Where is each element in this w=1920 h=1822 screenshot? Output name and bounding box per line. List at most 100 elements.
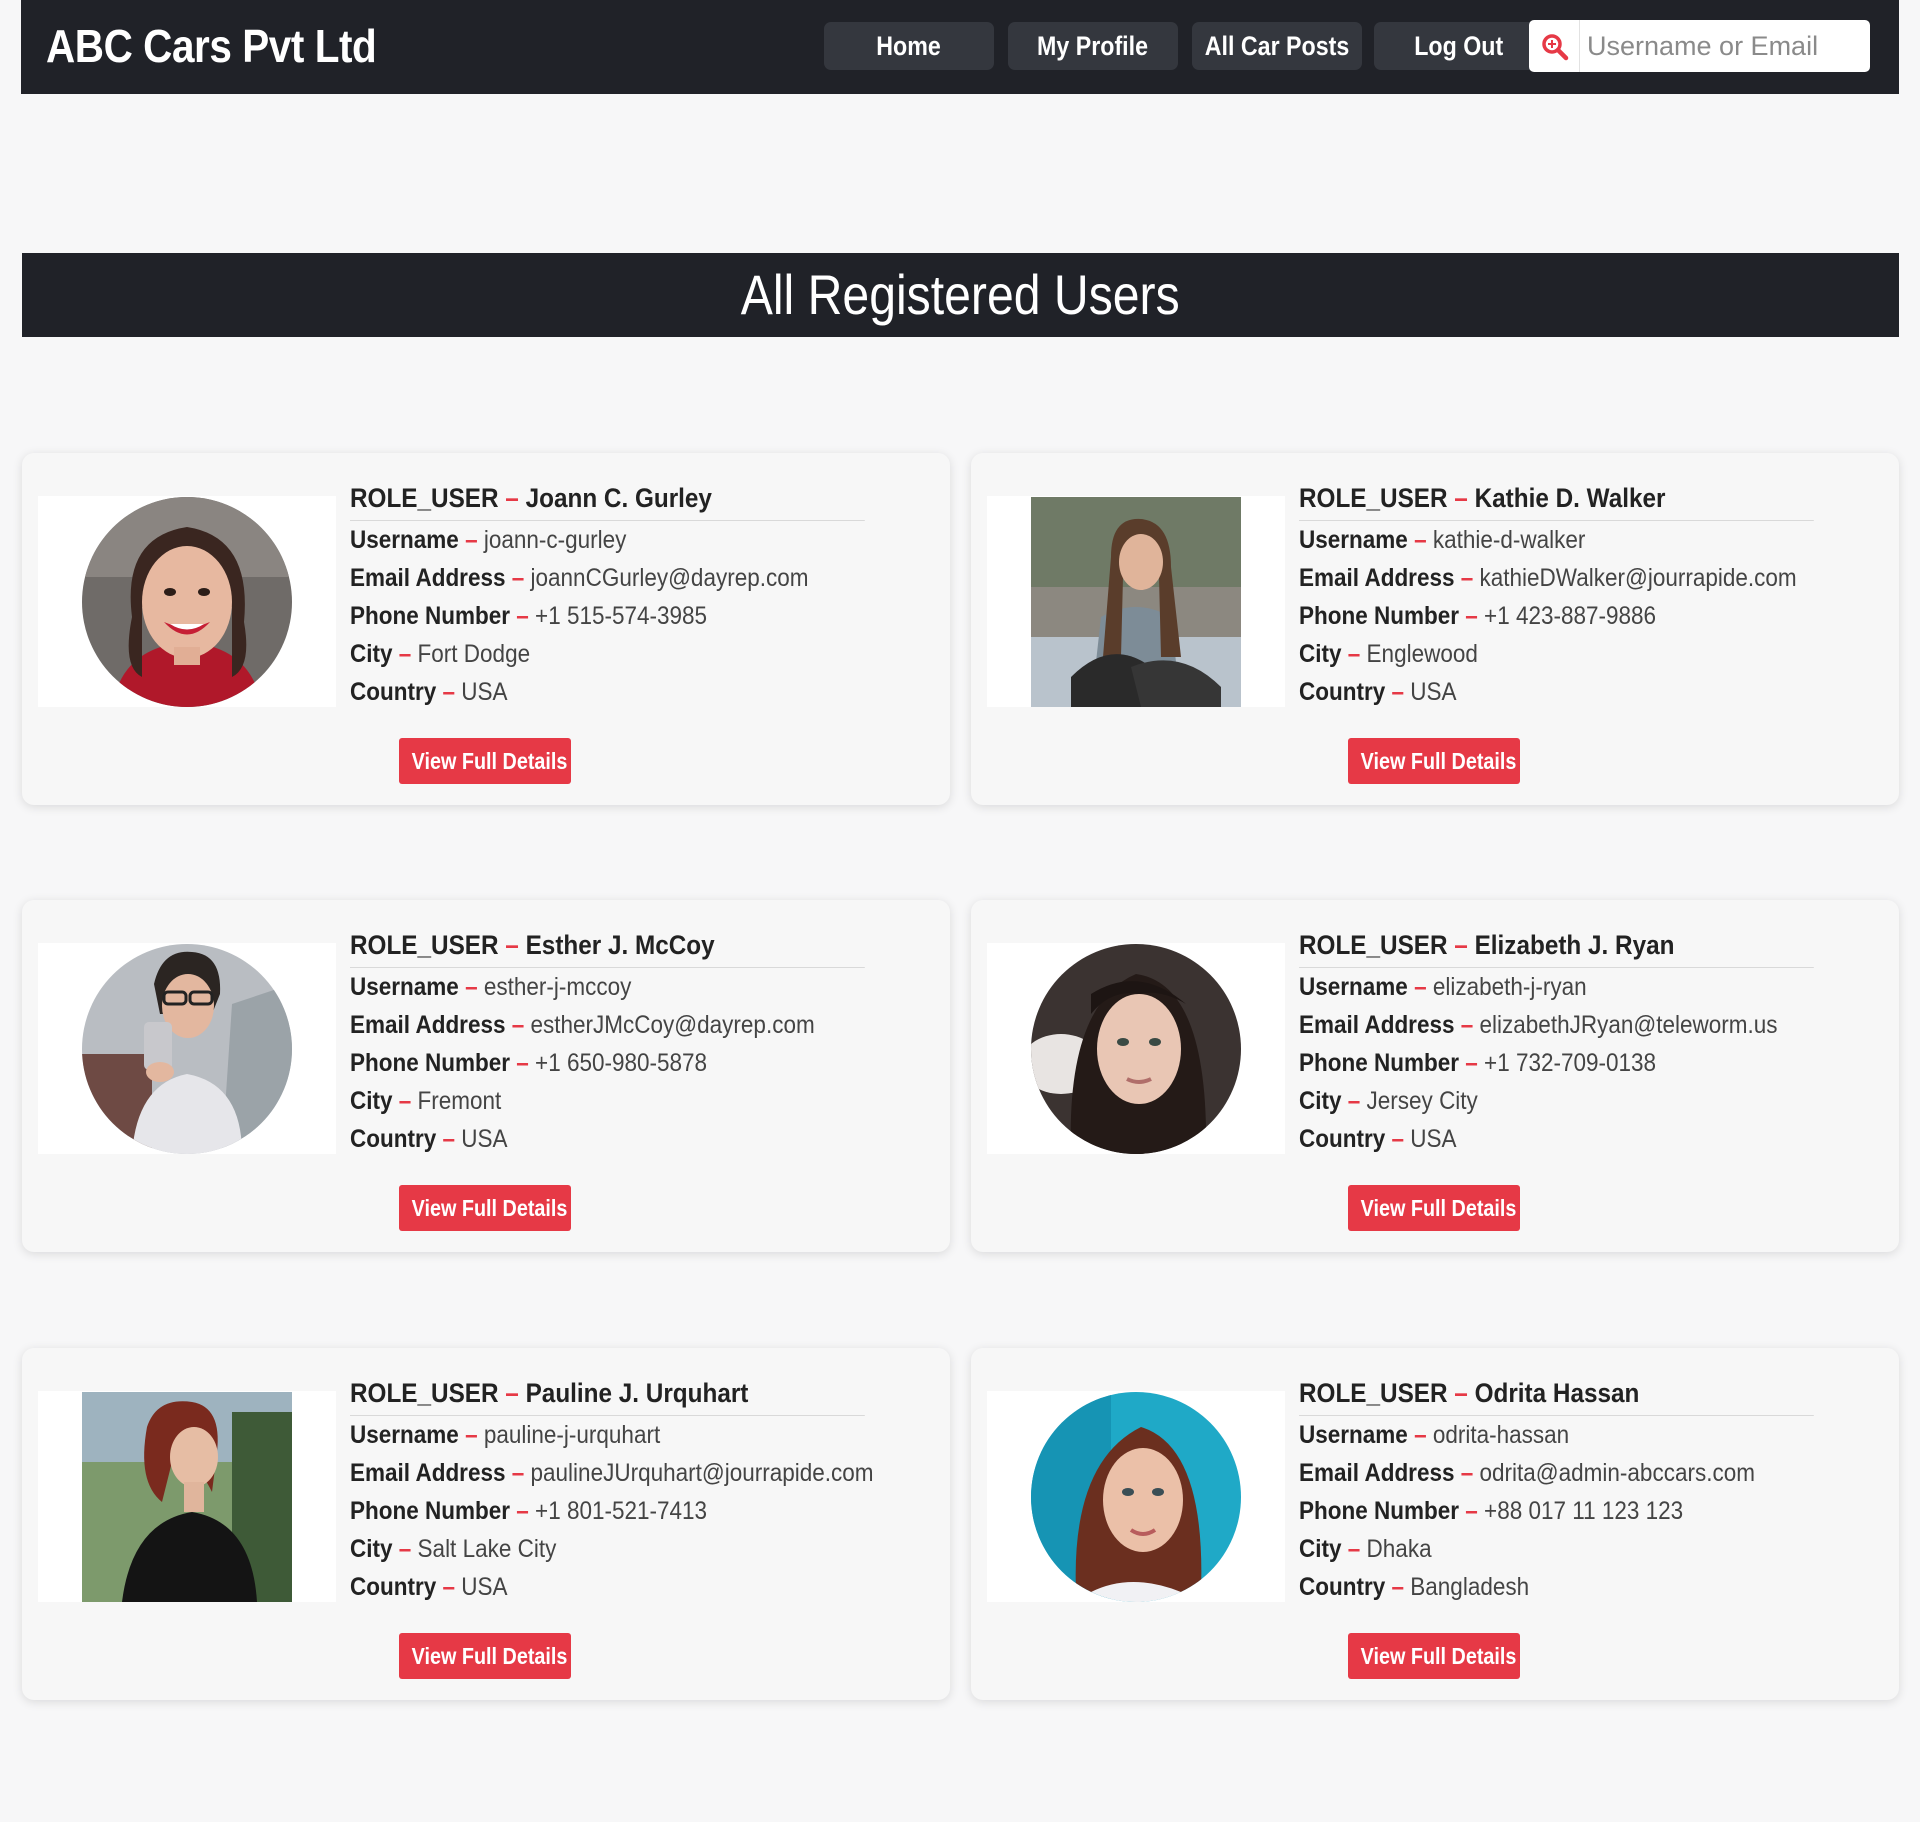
country-value: USA [1410,678,1457,706]
country-row: Country – USA [350,673,865,711]
nav-my-profile-button[interactable]: My Profile [1008,22,1178,70]
user-role: ROLE_USER [1299,1378,1448,1408]
separator: – [398,640,412,668]
user-role: ROLE_USER [350,483,499,513]
avatar-frame [987,1391,1285,1602]
city-label: City [350,1087,393,1115]
search-icon[interactable] [1529,20,1580,72]
user-card: ROLE_USER – Pauline J. Urquhart Username… [22,1348,950,1700]
separator: – [505,1378,519,1408]
user-avatar [82,497,292,707]
username-value: elizabeth-j-ryan [1432,973,1587,1001]
phone-row: Phone Number – +1 650-980-5878 [350,1044,865,1082]
separator: – [511,564,525,592]
view-full-details-button[interactable]: View Full Details [399,1633,571,1679]
country-row: Country – USA [350,1120,865,1158]
nav-all-car-posts-button[interactable]: All Car Posts [1192,22,1362,70]
view-full-details-button[interactable]: View Full Details [399,738,571,784]
view-full-details-label: View Full Details [1360,1643,1517,1669]
country-row: Country – USA [1299,673,1814,711]
view-full-details-button[interactable]: View Full Details [1348,738,1520,784]
phone-row: Phone Number – +1 732-709-0138 [1299,1044,1814,1082]
username-row: Username – joann-c-gurley [350,521,865,559]
email-value: estherJMcCoy@dayrep.com [530,1011,815,1039]
separator: – [1414,1421,1427,1449]
avatar-frame [38,943,336,1154]
city-row: City – Dhaka [1299,1530,1814,1568]
username-label: Username [350,973,459,1001]
city-row: City – Salt Lake City [350,1530,865,1568]
user-avatar [1031,1392,1241,1602]
user-title: ROLE_USER – Joann C. Gurley [350,478,865,521]
user-title: ROLE_USER – Kathie D. Walker [1299,478,1814,521]
user-avatar [82,1392,292,1602]
user-card: ROLE_USER – Odrita Hassan Username – odr… [971,1348,1899,1700]
country-value: USA [461,1125,508,1153]
phone-value: +1 732-709-0138 [1484,1049,1657,1077]
country-value: USA [1410,1125,1457,1153]
username-value: esther-j-mccoy [483,973,632,1001]
user-role: ROLE_USER [1299,483,1448,513]
email-row: Email Address – joannCGurley@dayrep.com [350,559,865,597]
email-value: joannCGurley@dayrep.com [530,564,809,592]
separator: – [1460,1011,1474,1039]
separator: – [511,1011,525,1039]
username-value: odrita-hassan [1432,1421,1570,1449]
country-value: Bangladesh [1410,1573,1530,1601]
top-navbar: ABC Cars Pvt Ltd Home My Profile All Car… [21,0,1899,94]
separator: – [442,1573,456,1601]
avatar-frame [38,1391,336,1602]
view-full-details-button[interactable]: View Full Details [1348,1185,1520,1231]
user-name: Joann C. Gurley [525,483,712,513]
view-full-details-button[interactable]: View Full Details [399,1185,571,1231]
nav-home-button[interactable]: Home [824,22,994,70]
avatar-frame [987,496,1285,707]
user-role: ROLE_USER [350,1378,499,1408]
user-card: ROLE_USER – Elizabeth J. Ryan Username –… [971,900,1899,1252]
brand-logo-text[interactable]: ABC Cars Pvt Ltd [46,16,377,76]
nav-logout-button[interactable]: Log Out [1374,22,1544,70]
country-label: Country [1299,678,1386,706]
email-label: Email Address [1299,1011,1455,1039]
user-title: ROLE_USER – Esther J. McCoy [350,925,865,968]
email-row: Email Address – elizabethJRyan@teleworm.… [1299,1006,1814,1044]
country-row: Country – USA [350,1568,865,1606]
user-title: ROLE_USER – Pauline J. Urquhart [350,1373,865,1416]
city-value: Fort Dodge [417,640,531,668]
separator: – [1391,1125,1405,1153]
user-card: ROLE_USER – Joann C. Gurley Username – j… [22,453,950,805]
username-label: Username [350,1421,459,1449]
user-name: Kathie D. Walker [1474,483,1666,513]
user-title: ROLE_USER – Odrita Hassan [1299,1373,1814,1416]
separator: – [1465,1497,1478,1525]
separator: – [1460,1459,1474,1487]
separator: – [442,1125,456,1153]
separator: – [511,1459,525,1487]
avatar-frame [38,496,336,707]
separator: – [465,1421,478,1449]
separator: – [1347,1535,1361,1563]
phone-row: Phone Number – +88 017 11 123 123 [1299,1492,1814,1530]
phone-label: Phone Number [350,1497,511,1525]
username-value: pauline-j-urquhart [483,1421,661,1449]
username-row: Username – pauline-j-urquhart [350,1416,865,1454]
separator: – [398,1087,412,1115]
view-full-details-button[interactable]: View Full Details [1348,1633,1520,1679]
city-label: City [1299,1087,1342,1115]
user-role: ROLE_USER [350,930,499,960]
search-box [1529,20,1870,72]
separator: – [1454,483,1468,513]
search-input[interactable] [1587,20,1862,72]
city-value: Jersey City [1366,1087,1478,1115]
country-label: Country [350,678,437,706]
email-label: Email Address [1299,1459,1455,1487]
nav-logout-label: Log Out [1414,31,1504,61]
email-row: Email Address – odrita@admin-abccars.com [1299,1454,1814,1492]
phone-label: Phone Number [1299,602,1460,630]
user-info: ROLE_USER – Pauline J. Urquhart Username… [350,1373,922,1606]
country-label: Country [350,1125,437,1153]
phone-value: +1 423-887-9886 [1484,602,1657,630]
email-value: odrita@admin-abccars.com [1479,1459,1755,1487]
user-card: ROLE_USER – Esther J. McCoy Username – e… [22,900,950,1252]
phone-value: +1 650-980-5878 [535,1049,708,1077]
